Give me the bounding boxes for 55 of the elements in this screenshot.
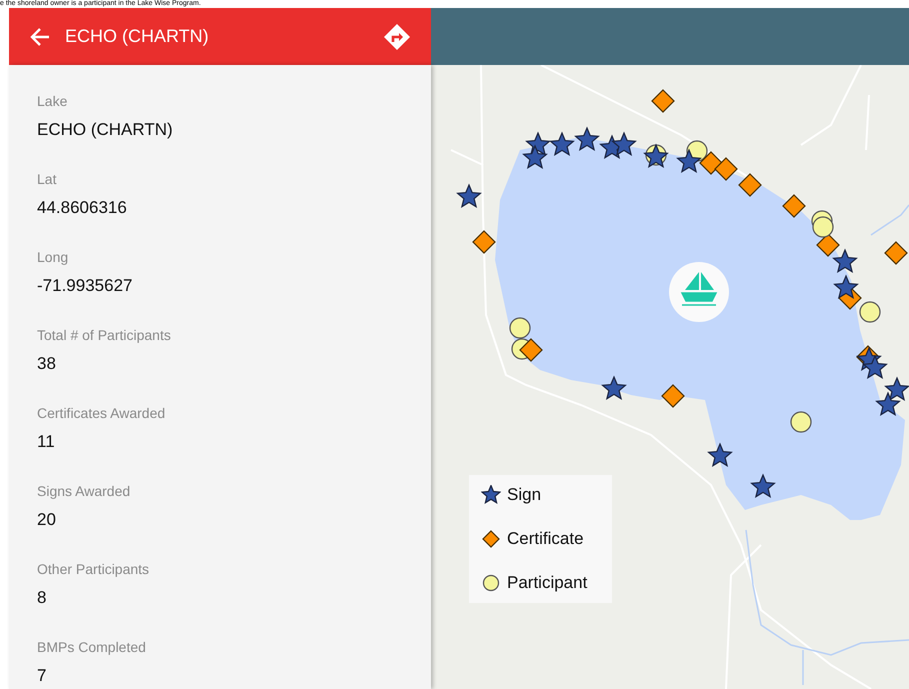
field-label: Lake xyxy=(37,92,68,111)
participant-marker-icon[interactable] xyxy=(859,301,881,323)
field-label: Long xyxy=(37,248,70,267)
certificate-marker-icon[interactable] xyxy=(782,194,806,218)
field-label: Signs Awarded xyxy=(37,482,132,501)
legend-label: Sign xyxy=(507,484,542,506)
certificate-marker-icon[interactable] xyxy=(661,384,685,408)
certificate-marker-icon[interactable] xyxy=(714,157,738,181)
map[interactable]: Sign Certificate Participant xyxy=(431,65,909,689)
certificate-marker-icon[interactable] xyxy=(699,151,723,175)
certificate-marker-icon[interactable] xyxy=(816,233,840,257)
certificate-marker-icon[interactable] xyxy=(651,89,675,113)
field-label: Certificates Awarded xyxy=(37,404,166,423)
marker-cluster-icon[interactable] xyxy=(856,345,888,379)
back-arrow-icon[interactable] xyxy=(29,26,51,48)
certificate-marker-icon[interactable] xyxy=(738,173,762,197)
participant-marker-icon[interactable] xyxy=(509,317,531,339)
legend-label: Certificate xyxy=(507,528,584,550)
sign-marker-icon[interactable] xyxy=(601,375,627,400)
field-label: Lat xyxy=(37,170,58,189)
marker-cluster-icon[interactable] xyxy=(511,338,543,362)
field-value: 20 xyxy=(37,509,57,531)
lake-title: ECHO (CHARTN) xyxy=(65,25,210,48)
marker-cluster-icon[interactable] xyxy=(599,131,637,159)
sign-marker-icon[interactable] xyxy=(884,376,909,401)
field-value: ECHO (CHARTN) xyxy=(37,119,174,141)
marker-cluster-icon[interactable] xyxy=(643,143,669,168)
certificate-marker-icon[interactable] xyxy=(472,230,496,254)
field-value: 38 xyxy=(37,353,57,375)
sign-marker-icon[interactable] xyxy=(750,473,776,498)
sign-marker-icon[interactable] xyxy=(676,148,702,173)
certificate-marker-icon[interactable] xyxy=(884,241,908,265)
marker-cluster-icon[interactable] xyxy=(811,210,834,238)
marker-cluster-icon[interactable] xyxy=(833,274,862,310)
star-legend-icon xyxy=(481,485,501,505)
field-label: Other Participants xyxy=(37,560,150,579)
field-value: 7 xyxy=(37,665,48,687)
participant-marker-icon[interactable] xyxy=(790,411,812,433)
field-label: BMPs Completed xyxy=(37,638,147,657)
sign-marker-icon[interactable] xyxy=(574,126,600,151)
field-value: 11 xyxy=(37,431,56,453)
marker-cluster-icon[interactable] xyxy=(522,131,551,169)
circle-legend-icon xyxy=(481,573,501,593)
diamond-legend-icon xyxy=(481,529,501,549)
field-label: Total # of Participants xyxy=(37,326,172,345)
sign-marker-icon[interactable] xyxy=(707,442,733,467)
field-value: 8 xyxy=(37,587,48,609)
legend-label: Participant xyxy=(507,572,588,594)
sign-marker-icon[interactable] xyxy=(875,391,901,416)
sign-marker-icon[interactable] xyxy=(549,131,575,156)
field-value: 44.8606316 xyxy=(37,197,128,219)
sign-marker-icon[interactable] xyxy=(832,248,858,273)
directions-icon[interactable] xyxy=(383,22,411,50)
sign-marker-icon[interactable] xyxy=(456,183,482,208)
field-value: -71.9935627 xyxy=(37,275,134,297)
